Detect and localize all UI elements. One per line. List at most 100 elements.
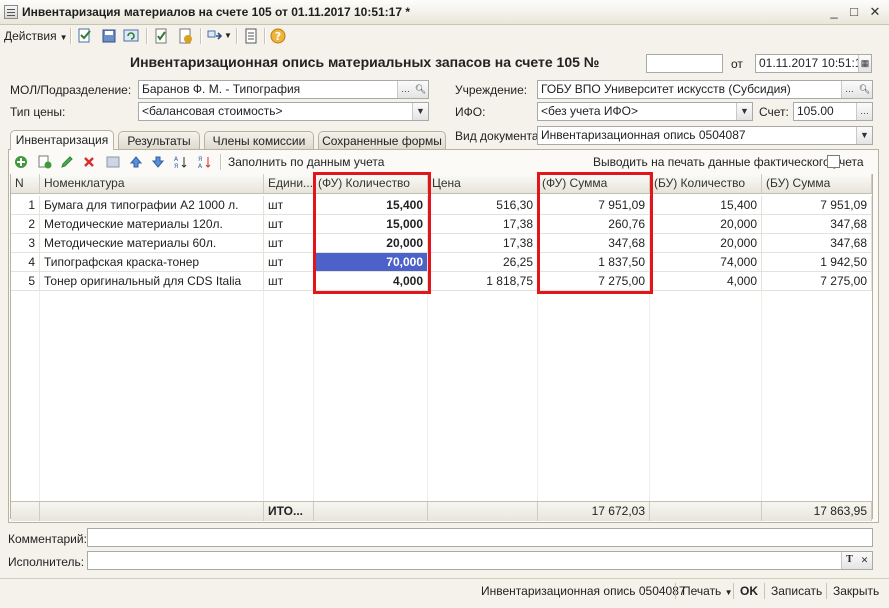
price-type-label: Тип цены: <box>10 105 66 119</box>
table-row-cell[interactable]: шт <box>264 272 314 291</box>
footer-bu-sum: 17 863,95 <box>762 501 872 521</box>
table-row-cell[interactable]: 20,000 <box>650 234 762 253</box>
table-row-cell[interactable]: 1 818,75 <box>428 272 538 291</box>
clear-icon[interactable]: ✕ <box>856 552 872 569</box>
move-up-icon[interactable] <box>129 155 143 169</box>
delete-row-icon[interactable] <box>82 155 96 169</box>
calendar-icon[interactable]: ▦ <box>858 55 871 72</box>
refresh-icon[interactable] <box>123 28 139 44</box>
chevron-down-icon[interactable]: ▼ <box>856 127 872 144</box>
actions-menu[interactable]: Действия ▼ <box>4 29 68 43</box>
document-date-input[interactable]: 01.11.2017 10:51:17 ▦ <box>755 54 872 73</box>
select-button[interactable]: … <box>856 103 872 120</box>
table-row-cell[interactable]: 4,000 <box>650 272 762 291</box>
dropdown-arrow-icon[interactable]: ▼ <box>224 31 232 40</box>
table-row-cell[interactable]: Методические материалы 120л. <box>40 215 264 234</box>
doc-type-select[interactable]: Инвентаризационная опись 0504087 ▼ <box>537 126 873 145</box>
table-row-cell[interactable]: 347,68 <box>762 234 872 253</box>
table-row-cell[interactable]: 74,000 <box>650 253 762 272</box>
unpost-document-icon[interactable] <box>177 28 193 44</box>
tab-saved-forms[interactable]: Сохраненные формы <box>318 131 446 149</box>
footer-cell <box>314 501 428 521</box>
table-row-cell[interactable]: Бумага для типографии А2 1000 л. <box>40 196 264 215</box>
column-header-bu-sum[interactable]: (БУ) Сумма <box>762 174 872 194</box>
search-icon[interactable]: 🔍︎ <box>412 81 428 98</box>
toolbar-separator <box>264 28 266 44</box>
table-row-cell[interactable]: 17,38 <box>428 234 538 253</box>
table-row-cell[interactable]: 5 <box>11 272 40 291</box>
sort-ascending-icon[interactable]: AЯ <box>174 155 188 169</box>
executor-input[interactable]: ✕ T <box>87 551 873 570</box>
comment-input[interactable] <box>87 528 873 547</box>
mol-input[interactable]: Баранов Ф. М. - Типография 🔍︎ … <box>138 80 429 99</box>
table-row-cell[interactable]: 17,38 <box>428 215 538 234</box>
account-label: Счет: <box>759 105 789 119</box>
tab-results[interactable]: Результаты <box>118 131 200 149</box>
tab-commission-members[interactable]: Члены комиссии <box>204 131 314 149</box>
table-row-cell[interactable]: шт <box>264 234 314 253</box>
table-row-cell[interactable]: шт <box>264 253 314 272</box>
select-button[interactable]: … <box>841 81 857 98</box>
structure-icon[interactable] <box>207 28 223 44</box>
table-row-cell[interactable]: 4 <box>11 253 40 272</box>
table-row-cell[interactable]: Типографская краска-тонер <box>40 253 264 272</box>
end-edit-icon[interactable] <box>106 155 120 169</box>
table-row-cell[interactable]: 20,000 <box>650 215 762 234</box>
table-row-cell[interactable]: шт <box>264 196 314 215</box>
status-separator <box>764 583 765 599</box>
search-icon[interactable]: 🔍︎ <box>856 81 872 98</box>
table-row-cell[interactable]: Тонер оригинальный для CDS Italia <box>40 272 264 291</box>
table-row-cell[interactable]: 2 <box>11 215 40 234</box>
fill-by-accounting-button[interactable]: Заполнить по данным учета <box>228 155 384 169</box>
print-form-link[interactable]: Инвентаризационная опись 0504087 <box>481 584 686 598</box>
table-row-cell[interactable]: шт <box>264 215 314 234</box>
tab-inventory[interactable]: Инвентаризация <box>10 130 114 150</box>
table-row-cell[interactable]: 347,68 <box>762 215 872 234</box>
column-header-unit[interactable]: Едини... <box>264 174 314 194</box>
close-button[interactable]: Закрыть <box>833 584 879 598</box>
footer-fu-sum: 17 672,03 <box>538 501 650 521</box>
table-row-cell[interactable]: 7 951,09 <box>762 196 872 215</box>
post-and-close-icon[interactable] <box>77 28 93 44</box>
minimize-button[interactable]: _ <box>826 4 842 20</box>
table-row-cell[interactable]: 15,400 <box>650 196 762 215</box>
column-header-n[interactable]: N <box>11 174 40 194</box>
org-input[interactable]: ГОБУ ВПО Университет искусств (Субсидия)… <box>537 80 873 99</box>
table-row-cell[interactable]: 1 942,50 <box>762 253 872 272</box>
text-edit-icon[interactable]: T <box>841 552 857 569</box>
save-icon[interactable] <box>101 28 117 44</box>
edit-row-icon[interactable] <box>60 155 74 169</box>
price-type-select[interactable]: <балансовая стоимость> ▼ <box>138 102 429 121</box>
ok-button[interactable]: OK <box>740 584 758 598</box>
table-row-cell[interactable]: Методические материалы 60л. <box>40 234 264 253</box>
add-row-icon[interactable] <box>14 155 28 169</box>
table-row-cell[interactable]: 1 <box>11 196 40 215</box>
print-actual-data-checkbox[interactable] <box>827 155 840 168</box>
chevron-down-icon[interactable]: ▼ <box>736 103 752 120</box>
column-header-price[interactable]: Цена <box>428 174 538 194</box>
document-number-input[interactable] <box>646 54 723 73</box>
select-button[interactable]: … <box>397 81 413 98</box>
column-divider <box>761 291 762 501</box>
status-separator <box>675 583 676 599</box>
close-window-button[interactable]: ✕ <box>867 4 883 20</box>
help-icon[interactable]: ? <box>270 28 286 44</box>
table-row-cell[interactable]: 3 <box>11 234 40 253</box>
save-button[interactable]: Записать <box>771 584 822 598</box>
table-row-cell[interactable]: 516,30 <box>428 196 538 215</box>
account-input[interactable]: 105.00 … <box>793 102 873 121</box>
chevron-down-icon[interactable]: ▼ <box>412 103 428 120</box>
print-menu-button[interactable]: Печать ▼ <box>682 584 733 598</box>
column-divider <box>427 291 428 501</box>
copy-row-icon[interactable] <box>38 155 52 169</box>
ifo-select[interactable]: <без учета ИФО> ▼ <box>537 102 753 121</box>
post-document-icon[interactable] <box>153 28 169 44</box>
table-row-cell[interactable]: 7 275,00 <box>762 272 872 291</box>
maximize-button[interactable]: □ <box>846 4 862 20</box>
table-row-cell[interactable]: 26,25 <box>428 253 538 272</box>
journal-icon[interactable] <box>243 28 259 44</box>
column-header-bu-quantity[interactable]: (БУ) Количество <box>650 174 762 194</box>
sort-descending-icon[interactable]: ЯA <box>198 155 212 169</box>
move-down-icon[interactable] <box>151 155 165 169</box>
column-header-nomenclature[interactable]: Номенклатура <box>40 174 264 194</box>
